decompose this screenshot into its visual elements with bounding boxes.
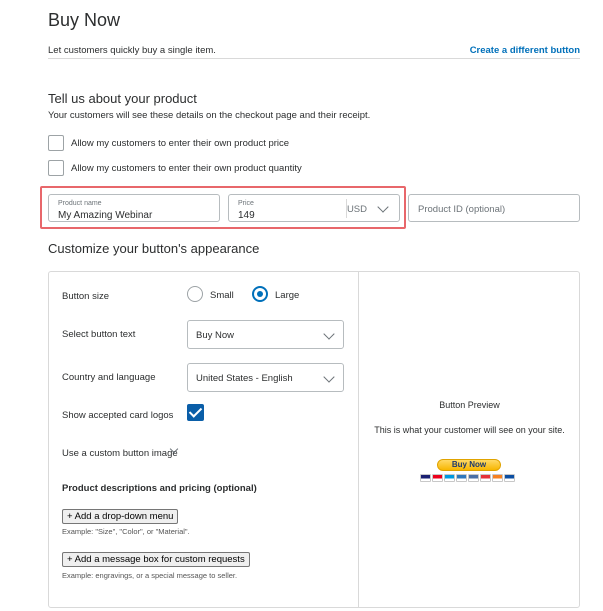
customize-section-title: Customize your button's appearance (48, 241, 260, 256)
country-value: United States - English (196, 373, 293, 384)
custom-image-toggle[interactable]: Use a custom button image (62, 448, 178, 459)
add-dropdown-button[interactable]: + Add a drop-down menu (62, 509, 179, 524)
page-title: Buy Now (48, 10, 121, 30)
message-example: Example: engravings, or a special messag… (62, 571, 238, 580)
descriptions-heading: Product descriptions and pricing (option… (62, 483, 257, 494)
size-large-radio[interactable] (252, 286, 268, 302)
bank-logo (468, 474, 479, 482)
discover-logo (492, 474, 503, 482)
product-id-placeholder: Product ID (optional) (418, 204, 506, 215)
card-logos-label: Show accepted card logos (62, 410, 174, 421)
header-divider (48, 58, 580, 59)
visa-logo (420, 474, 431, 482)
button-text-select[interactable]: Buy Now (187, 320, 344, 349)
country-select[interactable]: United States - English (187, 363, 344, 392)
own-price-label: Allow my customers to enter their own pr… (71, 137, 290, 149)
product-section-subtitle: Your customers will see these details on… (48, 110, 371, 121)
dropdown-example: Example: "Size", "Color", or "Material". (62, 527, 190, 536)
own-price-checkbox[interactable] (48, 135, 64, 151)
product-name-value: My Amazing Webinar (58, 210, 153, 221)
mastercard-logo (432, 474, 443, 482)
chevron-down-icon[interactable] (377, 201, 389, 213)
currency-select[interactable]: USD (347, 204, 367, 215)
own-quantity-checkbox[interactable] (48, 160, 64, 176)
product-id-field[interactable]: Product ID (optional) (408, 194, 580, 222)
own-quantity-label: Allow my customers to enter their own pr… (71, 162, 302, 174)
chevron-down-icon (323, 328, 335, 340)
button-text-label: Select button text (62, 329, 136, 340)
amex-logo (456, 474, 467, 482)
own-quantity-option[interactable]: Allow my customers to enter their own pr… (48, 160, 302, 176)
preview-title: Button Preview (439, 400, 500, 410)
chevron-down-icon (323, 371, 335, 383)
product-name-label: Product name (58, 200, 102, 207)
button-size-label: Button size (62, 291, 109, 302)
size-small-radio[interactable] (187, 286, 203, 302)
maestro-logo (444, 474, 455, 482)
jcb-logo (504, 474, 515, 482)
price-field[interactable]: Price 149 USD (228, 194, 400, 222)
panel-divider (358, 271, 359, 608)
price-label: Price (238, 200, 254, 207)
product-section-title: Tell us about your product (48, 91, 197, 106)
preview-subtitle: This is what your customer will see on y… (374, 425, 565, 435)
card-logos-row (420, 474, 515, 482)
add-message-box-button[interactable]: + Add a message box for custom requests (62, 552, 250, 567)
card-logos-checkbox[interactable] (187, 404, 204, 421)
preview-buy-now-button: Buy Now (437, 459, 501, 471)
own-price-option[interactable]: Allow my customers to enter their own pr… (48, 135, 289, 151)
size-large-label: Large (275, 290, 300, 301)
country-label: Country and language (62, 372, 156, 383)
price-value: 149 (238, 210, 255, 221)
button-text-value: Buy Now (196, 330, 235, 341)
custom-image-label: Use a custom button image (62, 448, 178, 459)
create-different-button-link[interactable]: Create a different button (470, 45, 580, 56)
ebay-logo (480, 474, 491, 482)
size-small-label: Small (210, 290, 234, 301)
page-subtitle: Let customers quickly buy a single item. (48, 45, 216, 56)
product-name-field[interactable]: Product name My Amazing Webinar (48, 194, 220, 222)
